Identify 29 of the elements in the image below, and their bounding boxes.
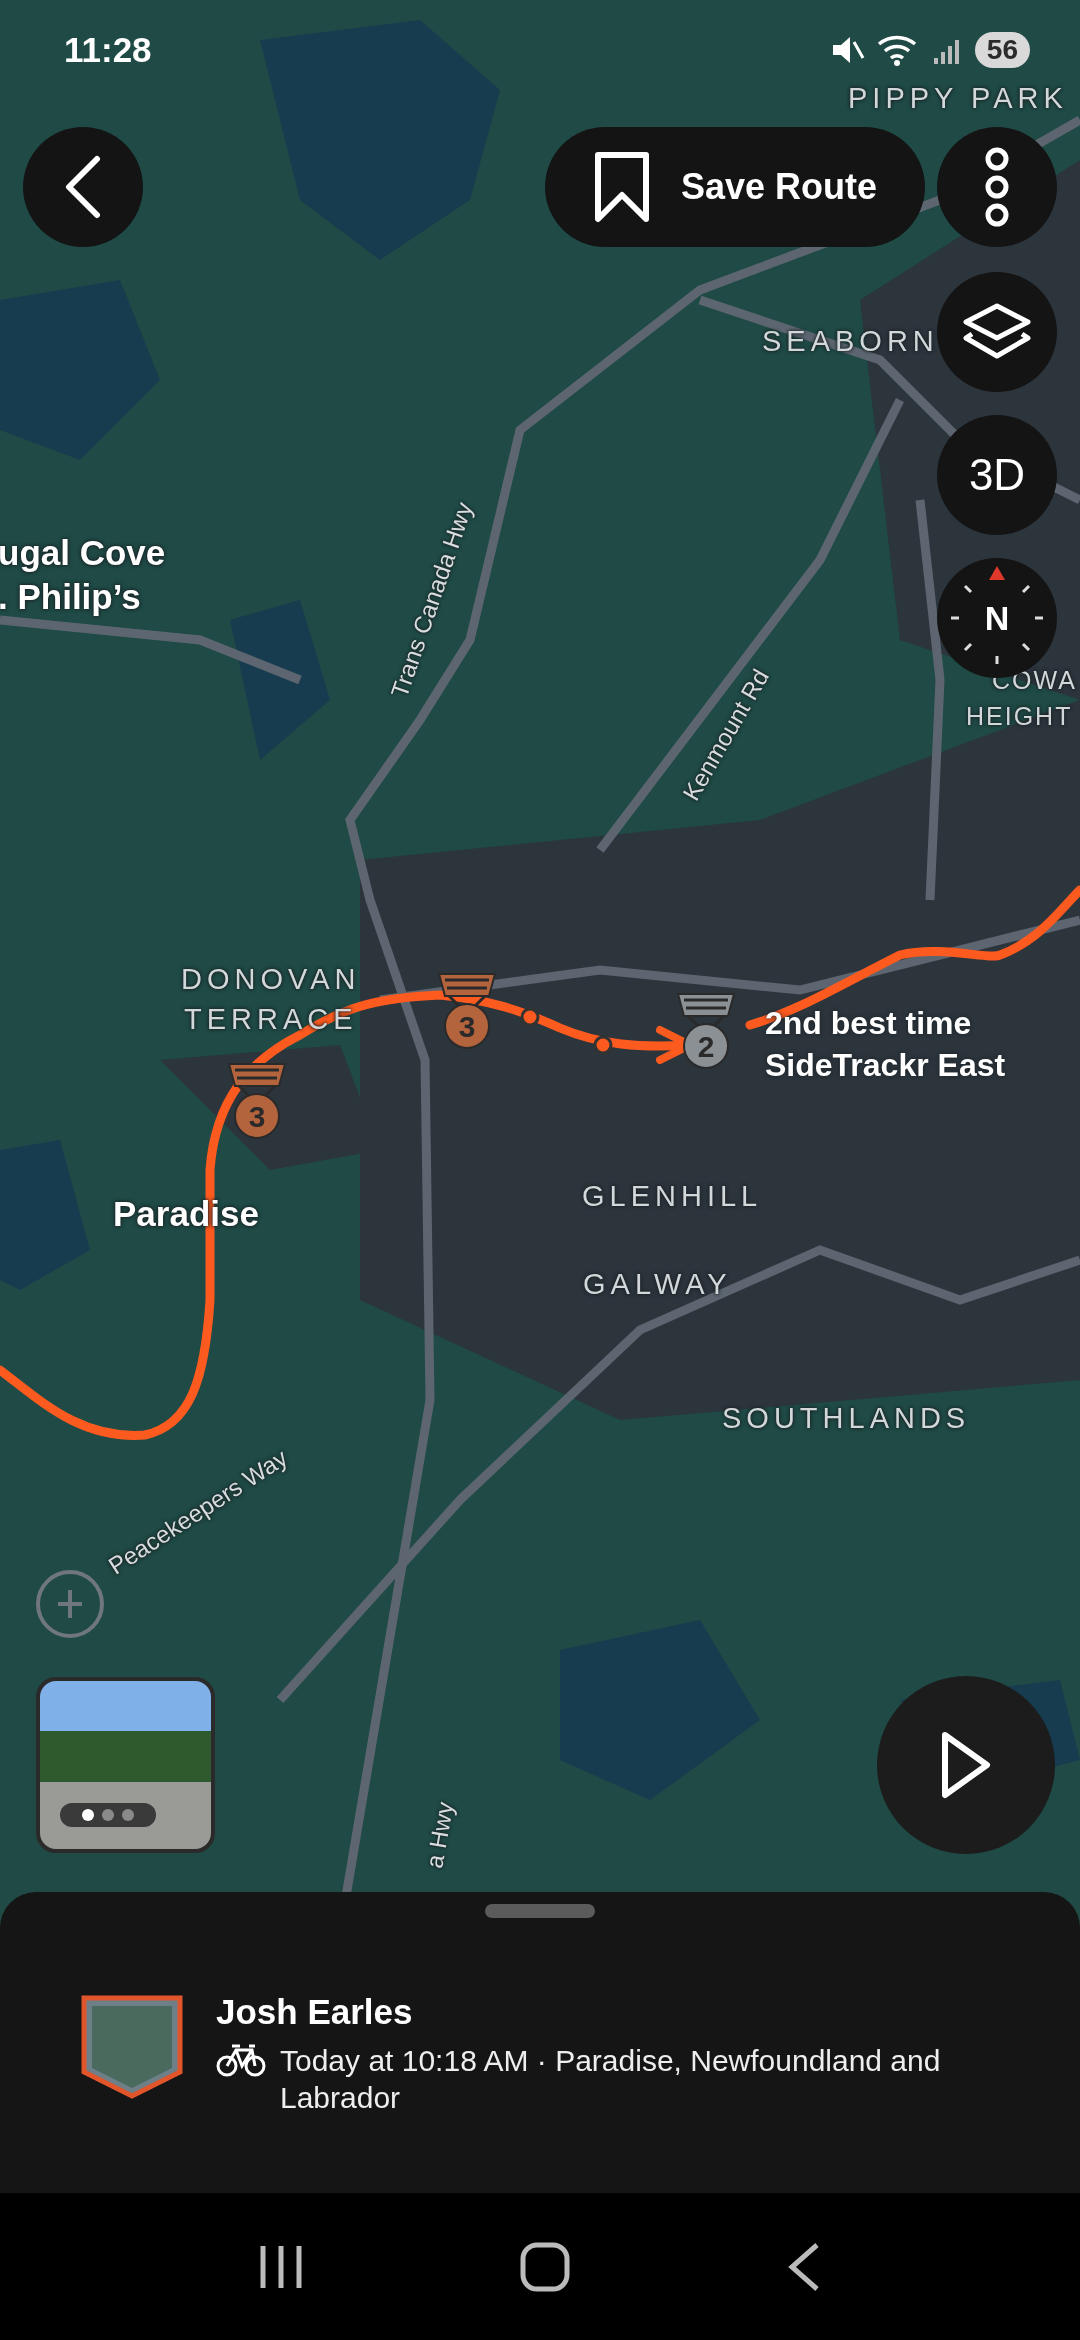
district-label: GLENHILL	[582, 1180, 763, 1213]
play-icon	[939, 1730, 993, 1800]
home-icon[interactable]	[520, 2241, 570, 2292]
district-label: SOUTHLANDS	[722, 1402, 971, 1435]
save-route-button[interactable]: Save Route	[545, 127, 925, 247]
segment-medal[interactable]: 2	[672, 990, 740, 1074]
district-label: PIPPY PARK	[848, 82, 1068, 115]
district-label: HEIGHT	[966, 702, 1073, 731]
segment-result-label: 2nd best time	[765, 1004, 973, 1043]
status-time: 11:28	[64, 30, 152, 70]
photo-placeholder[interactable]	[36, 1677, 215, 1853]
town-label: . Philip’s	[0, 577, 141, 617]
sheet-handle[interactable]	[485, 1904, 595, 1918]
chevron-left-icon	[63, 155, 103, 219]
activity-details: Today at 10:18 AM · Paradise, Newfoundland and Labrador	[280, 2043, 942, 2116]
segment-name-label: SideTrackr East	[765, 1046, 1006, 1085]
road-label: a Hwy	[420, 1799, 460, 1871]
bicycle-icon	[216, 2042, 266, 2078]
athlete-name[interactable]: Josh Earles	[216, 1992, 1020, 2032]
recent-apps-icon[interactable]	[258, 2243, 303, 2290]
district-label: SEABORN	[762, 325, 939, 358]
bookmark-icon	[593, 151, 651, 223]
route-point-icon	[520, 1007, 540, 1027]
location-marker-icon	[36, 1570, 104, 1638]
district-label: DONOVAN	[181, 963, 361, 996]
district-label: GALWAY	[583, 1268, 732, 1301]
route-point-icon	[593, 1035, 613, 1055]
battery-level: 56	[974, 32, 1030, 68]
town-label: ugal Cove	[0, 533, 166, 573]
